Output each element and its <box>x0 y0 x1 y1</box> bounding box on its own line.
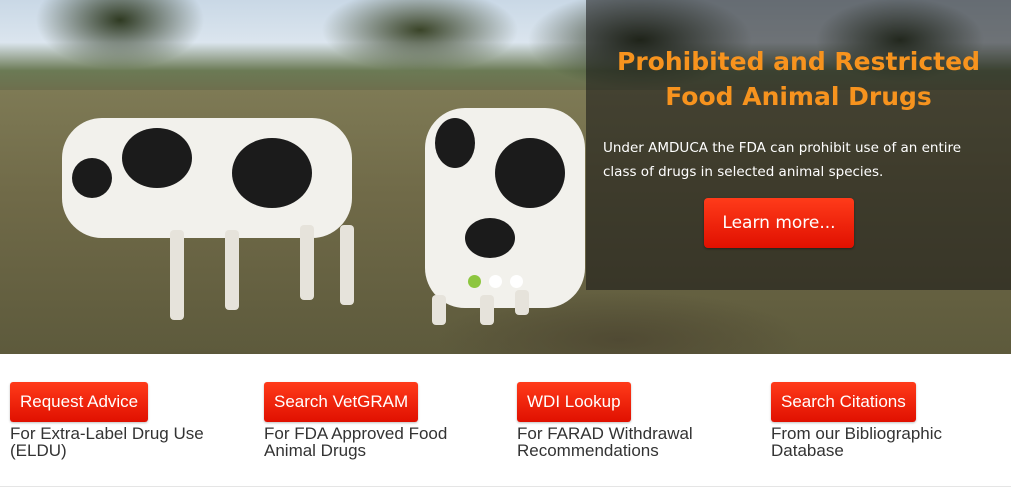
slide-text: Under AMDUCA the FDA can prohibit use of… <box>603 140 962 180</box>
card-search-vetgram: Search VetGRAM For FDA Approved Food Ani… <box>264 382 504 459</box>
carousel-dot-1[interactable] <box>468 275 481 288</box>
slide-title: Prohibited and Restricted Food Animal Dr… <box>617 47 980 111</box>
card-wdi-lookup: WDI Lookup For FARAD Withdrawal Recommen… <box>517 382 757 459</box>
carousel-indicators <box>468 275 523 288</box>
card-description: For FARAD Withdrawal Recommendations <box>517 424 693 460</box>
wdi-lookup-button[interactable]: WDI Lookup <box>517 382 631 422</box>
request-advice-button[interactable]: Request Advice <box>10 382 149 422</box>
search-vetgram-button[interactable]: Search VetGRAM <box>264 382 419 422</box>
carousel-dot-3[interactable] <box>510 275 523 288</box>
card-description: For Extra-Label Drug Use (ELDU) <box>10 424 204 460</box>
card-search-citations: Search Citations From our Bibliographic … <box>771 382 1011 459</box>
divider <box>0 486 1011 487</box>
cow-image-left <box>62 118 352 238</box>
card-request-advice: Request Advice For Extra-Label Drug Use … <box>10 382 250 459</box>
search-citations-button[interactable]: Search Citations <box>771 382 916 422</box>
card-description: From our Bibliographic Database <box>771 424 943 460</box>
card-description: For FDA Approved Food Animal Drugs <box>264 424 448 460</box>
carousel-dot-2[interactable] <box>489 275 502 288</box>
learn-more-button[interactable]: Learn more... <box>704 198 854 248</box>
